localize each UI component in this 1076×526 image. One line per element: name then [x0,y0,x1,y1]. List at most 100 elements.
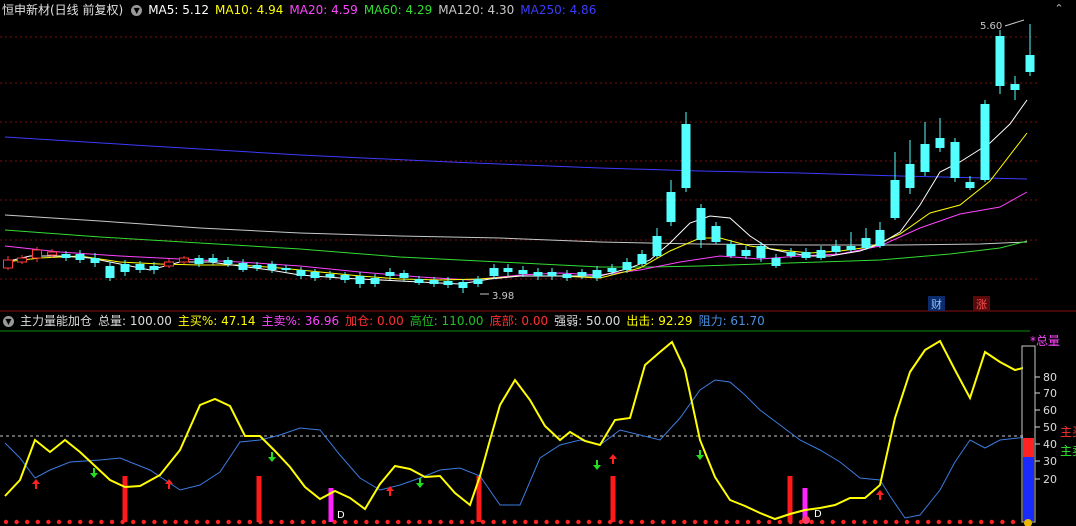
indicator-title[interactable]: 主力量能加仓 [20,311,92,331]
indicator-values: 总量: 100.00 主买%: 47.14 主卖%: 36.96 加仓: 0.00 高位… [98,311,771,331]
base-dot [873,519,878,525]
signal-markers: DD [32,450,884,524]
legend-buy: 主买 [1060,425,1076,439]
base-dot [947,519,952,525]
base-dot [904,519,910,525]
base-dot [279,519,284,525]
candle [105,262,115,281]
ma60-line [4,229,1028,268]
base-dot [735,519,740,525]
base-dot [427,519,433,525]
base-dot [78,519,83,525]
low-price-label: 3.98 [492,291,514,302]
down-arrow-icon [268,452,276,462]
candle [17,255,27,264]
base-dot [809,519,814,525]
base-dot [989,519,994,525]
candle [741,246,751,259]
ma-legend-item: MA60: 4.29 [363,3,433,17]
candle [637,250,647,266]
base-dot [629,519,634,525]
price-panel-header: 恒申新材(日线 前复权) ▼ MA5: 5.12 MA10: 4.94 MA20: … [0,0,608,20]
base-dot [650,519,655,525]
base-dot [35,519,40,525]
base-dot [268,519,274,525]
base-dot [883,519,888,525]
up-arrow-icon [609,454,617,464]
finance-badge-text: 财 [931,297,942,311]
candle [950,138,960,182]
base-dot [767,519,772,525]
scale-tick-label: 50 [1043,421,1057,434]
ma-legend-item: MA5: 5.12 [148,3,209,17]
base-dot [968,519,973,525]
base-dot [3,519,9,525]
base-dot [533,519,539,525]
base-dot [120,519,125,525]
collapse-up-icon[interactable]: ⌃ [1050,2,1068,16]
indicator-value-item: 主卖%: 36.96 [261,314,340,328]
candle [296,267,306,279]
scale-tick-label: 30 [1043,455,1057,468]
down-arrow-icon [696,450,704,460]
base-dot [957,519,963,525]
indicator-value-item: 总量: 100.00 [98,314,172,328]
ma5-line [4,99,1028,285]
candle [1010,76,1020,100]
base-dot [184,519,189,525]
base-dot [311,519,316,525]
base-dot [88,519,94,525]
candle [547,268,557,280]
base-dot [14,519,19,525]
base-dot [851,519,857,525]
base-dot [332,519,337,525]
base-dot [67,519,72,525]
scale-tick-label: 40 [1043,438,1057,451]
candle [533,268,543,280]
stock-title[interactable]: 恒申新材(日线 前复权) [2,0,123,20]
base-dot [915,519,920,525]
base-dot [226,519,231,525]
base-dot [745,519,751,525]
base-dot [56,519,62,525]
settings-toggle-icon[interactable]: ▼ [131,4,143,16]
diamond-marker-icon [802,516,810,524]
candle [875,222,885,248]
base-dot [703,519,708,525]
candle [1025,24,1035,76]
candle [861,228,871,250]
base-dot [290,519,295,525]
base-dot [936,519,941,525]
base-dot [99,519,104,525]
base-dot [756,519,761,525]
down-arrow-icon [90,468,98,478]
base-dots [3,519,1016,525]
candle [179,256,189,264]
indicator-toggle-icon[interactable]: ▼ [3,315,14,327]
base-dot [979,519,984,525]
base-dot [343,519,348,525]
base-dot [364,519,369,525]
candle [208,254,218,265]
scale-tick-label: 20 [1043,473,1057,486]
base-dot [152,519,157,525]
base-dot [862,519,867,525]
candle [3,256,13,270]
base-dot [714,519,719,525]
candle [726,240,736,258]
base-dot [247,519,252,525]
indicator-panel-header: ▼ 主力量能加仓 总量: 100.00 主买%: 47.14 主卖%: 36.96 加… [0,311,777,331]
base-dot [682,519,687,525]
legend-total: *总量 [1030,334,1060,348]
base-dot [777,519,782,525]
scale-bar-total [1023,347,1034,441]
base-dot [502,519,507,525]
candle [801,248,811,260]
candle [831,240,841,254]
base-dot [586,519,592,525]
indicator-value-item: 强弱: 50.00 [554,314,621,328]
candle [890,152,900,220]
scale-tick-label: 70 [1043,387,1057,400]
indicator-value-item: 主买%: 47.14 [177,314,256,328]
base-dot [300,519,305,525]
